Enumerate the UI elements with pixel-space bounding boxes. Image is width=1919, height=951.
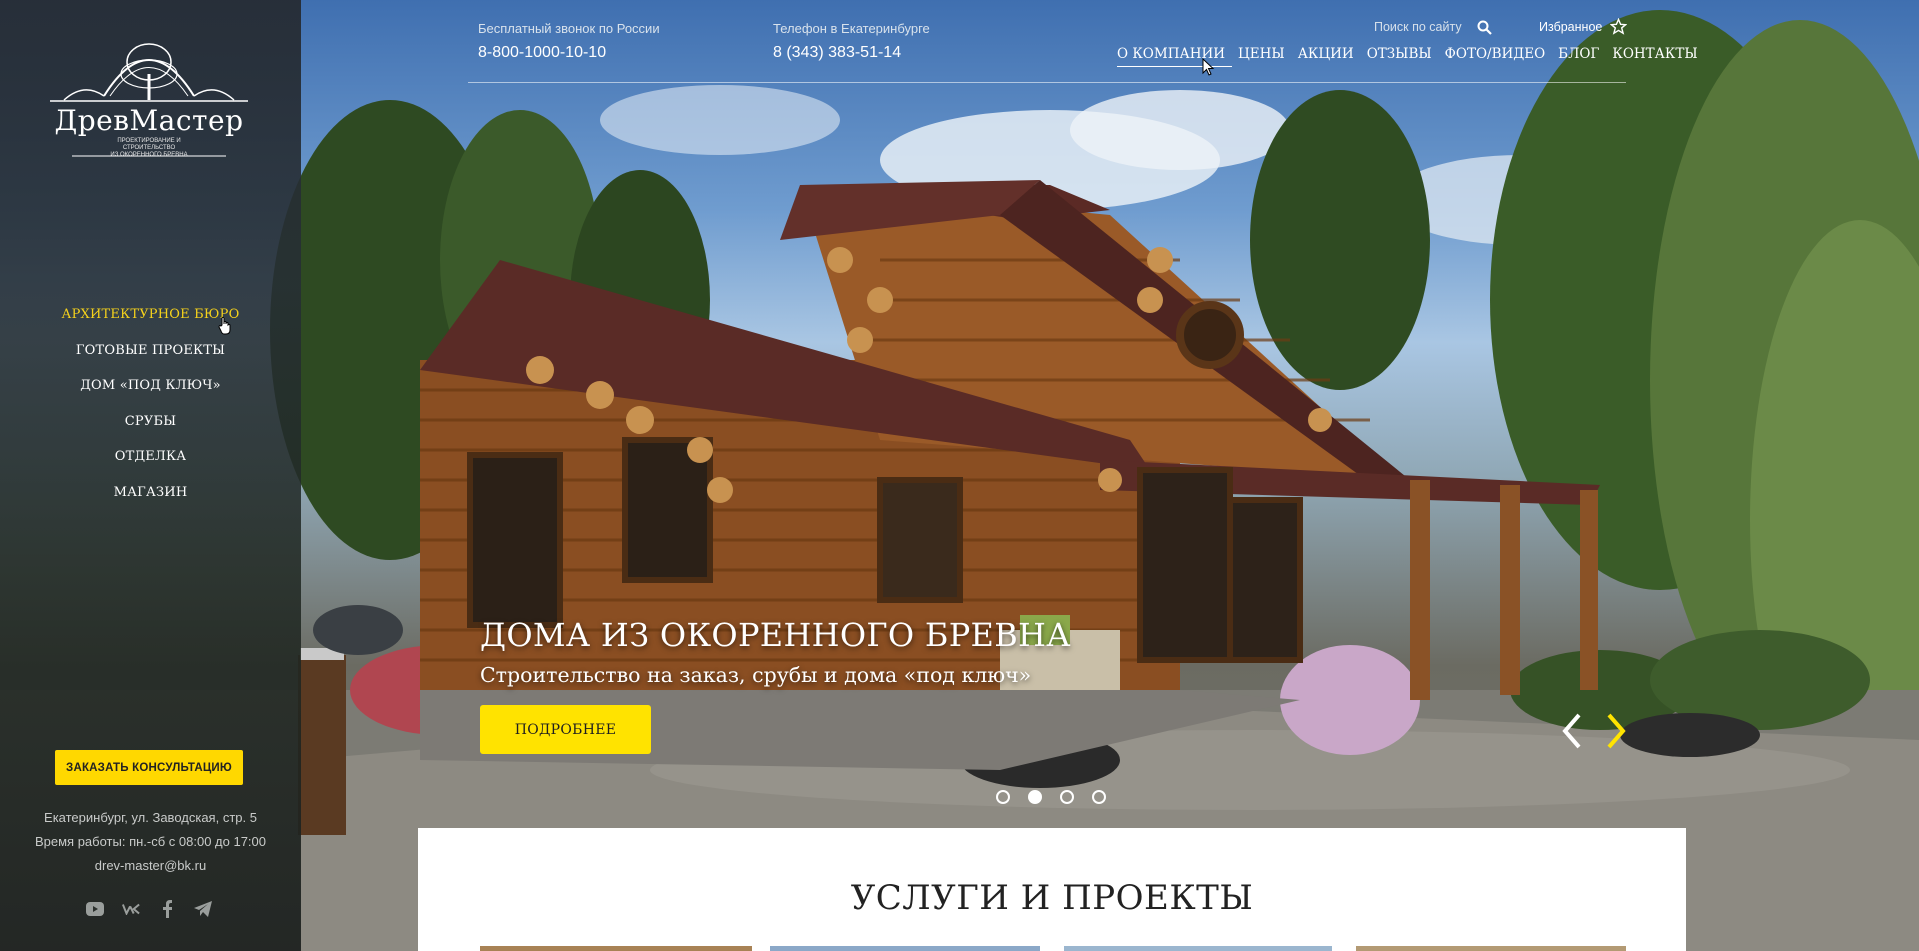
youtube-icon[interactable] bbox=[86, 900, 104, 918]
logo[interactable]: ДревМастер ПРОЕКТИРОВАНИЕ И СТРОИТЕЛЬСТВ… bbox=[44, 34, 254, 158]
local-phone-label: Телефон в Екатеринбурге bbox=[773, 21, 930, 36]
sidebar-item-shop[interactable]: МАГАЗИН bbox=[0, 478, 301, 514]
slider-dot-active[interactable] bbox=[1028, 790, 1042, 804]
slider-prev-icon[interactable] bbox=[1559, 712, 1585, 750]
slide-title: ДОМА ИЗ ОКОРЕННОГО БРЕВНА bbox=[480, 616, 1071, 654]
nav-promotions[interactable]: АКЦИИ bbox=[1291, 45, 1360, 67]
more-button[interactable]: ПОДРОБНЕЕ bbox=[480, 705, 651, 754]
service-card-thumb[interactable] bbox=[770, 946, 1040, 951]
local-phone[interactable]: 8 (343) 383-51-14 bbox=[773, 44, 901, 62]
header-divider bbox=[468, 82, 1626, 83]
sidebar-item-finishing[interactable]: ОТДЕЛКА bbox=[0, 442, 301, 478]
logo-tagline: ПРОЕКТИРОВАНИЕ И СТРОИТЕЛЬСТВО ИЗ ОКОРЕН… bbox=[110, 138, 188, 158]
telegram-icon[interactable] bbox=[194, 900, 212, 918]
sidebar-item-turnkey-house[interactable]: ДОМ «ПОД КЛЮЧ» bbox=[0, 371, 301, 407]
nav-blog[interactable]: БЛОГ bbox=[1552, 45, 1606, 67]
nav-reviews[interactable]: ОТЗЫВЫ bbox=[1360, 45, 1438, 67]
favorites-link[interactable]: Избранное bbox=[1539, 20, 1602, 34]
cursor-arrow-icon bbox=[1202, 57, 1215, 81]
search-icon[interactable] bbox=[1477, 20, 1492, 40]
sidebar-item-log-frames[interactable]: СРУБЫ bbox=[0, 407, 301, 443]
order-consultation-button[interactable]: ЗАКАЗАТЬ КОНСУЛЬТАЦИЮ bbox=[55, 750, 243, 785]
slider-dot[interactable] bbox=[1060, 790, 1074, 804]
service-card-thumb[interactable] bbox=[1064, 946, 1332, 951]
cursor-hand-icon bbox=[218, 316, 233, 340]
sidebar: ДревМастер ПРОЕКТИРОВАНИЕ И СТРОИТЕЛЬСТВ… bbox=[0, 0, 301, 951]
sidebar-item-ready-projects[interactable]: ГОТОВЫЕ ПРОЕКТЫ bbox=[0, 336, 301, 372]
slide-subtitle: Строительство на заказ, срубы и дома «по… bbox=[480, 663, 1032, 687]
vk-icon[interactable] bbox=[122, 900, 140, 918]
slider-dot[interactable] bbox=[1092, 790, 1106, 804]
service-card-thumb[interactable] bbox=[480, 946, 752, 951]
nav-prices[interactable]: ЦЕНЫ bbox=[1232, 45, 1292, 67]
free-call-label: Бесплатный звонок по России bbox=[478, 21, 660, 36]
address-text: Екатеринбург, ул. Заводская, стр. 5 bbox=[44, 810, 257, 825]
slider-next-icon[interactable] bbox=[1603, 712, 1629, 750]
working-hours-text: Время работы: пн.-сб с 08:00 до 17:00 bbox=[34, 834, 267, 849]
star-icon[interactable] bbox=[1609, 17, 1628, 40]
sidebar-item-architecture[interactable]: АРХИТЕКТУРНОЕ БЮРО bbox=[0, 300, 301, 336]
social-links bbox=[86, 900, 212, 918]
sidebar-contacts: Екатеринбург, ул. Заводская, стр. 5 Врем… bbox=[0, 806, 301, 878]
sidebar-nav: АРХИТЕКТУРНОЕ БЮРО ГОТОВЫЕ ПРОЕКТЫ ДОМ «… bbox=[0, 300, 301, 514]
services-section: УСЛУГИ И ПРОЕКТЫ bbox=[418, 828, 1686, 951]
nav-contacts[interactable]: КОНТАКТЫ bbox=[1606, 45, 1704, 67]
services-heading: УСЛУГИ И ПРОЕКТЫ bbox=[850, 878, 1254, 918]
slider-pagination bbox=[996, 790, 1106, 804]
free-call-phone[interactable]: 8-800-1000-10-10 bbox=[478, 44, 606, 62]
logo-title: ДревМастер bbox=[54, 104, 244, 137]
slider-dot[interactable] bbox=[996, 790, 1010, 804]
nav-photo-video[interactable]: ФОТО/ВИДЕО bbox=[1438, 45, 1552, 67]
facebook-icon[interactable] bbox=[158, 900, 176, 918]
search-input[interactable]: Поиск по сайту bbox=[1374, 20, 1462, 34]
service-card-thumb[interactable] bbox=[1356, 946, 1626, 951]
email-link[interactable]: drev-master@bk.ru bbox=[0, 854, 301, 878]
